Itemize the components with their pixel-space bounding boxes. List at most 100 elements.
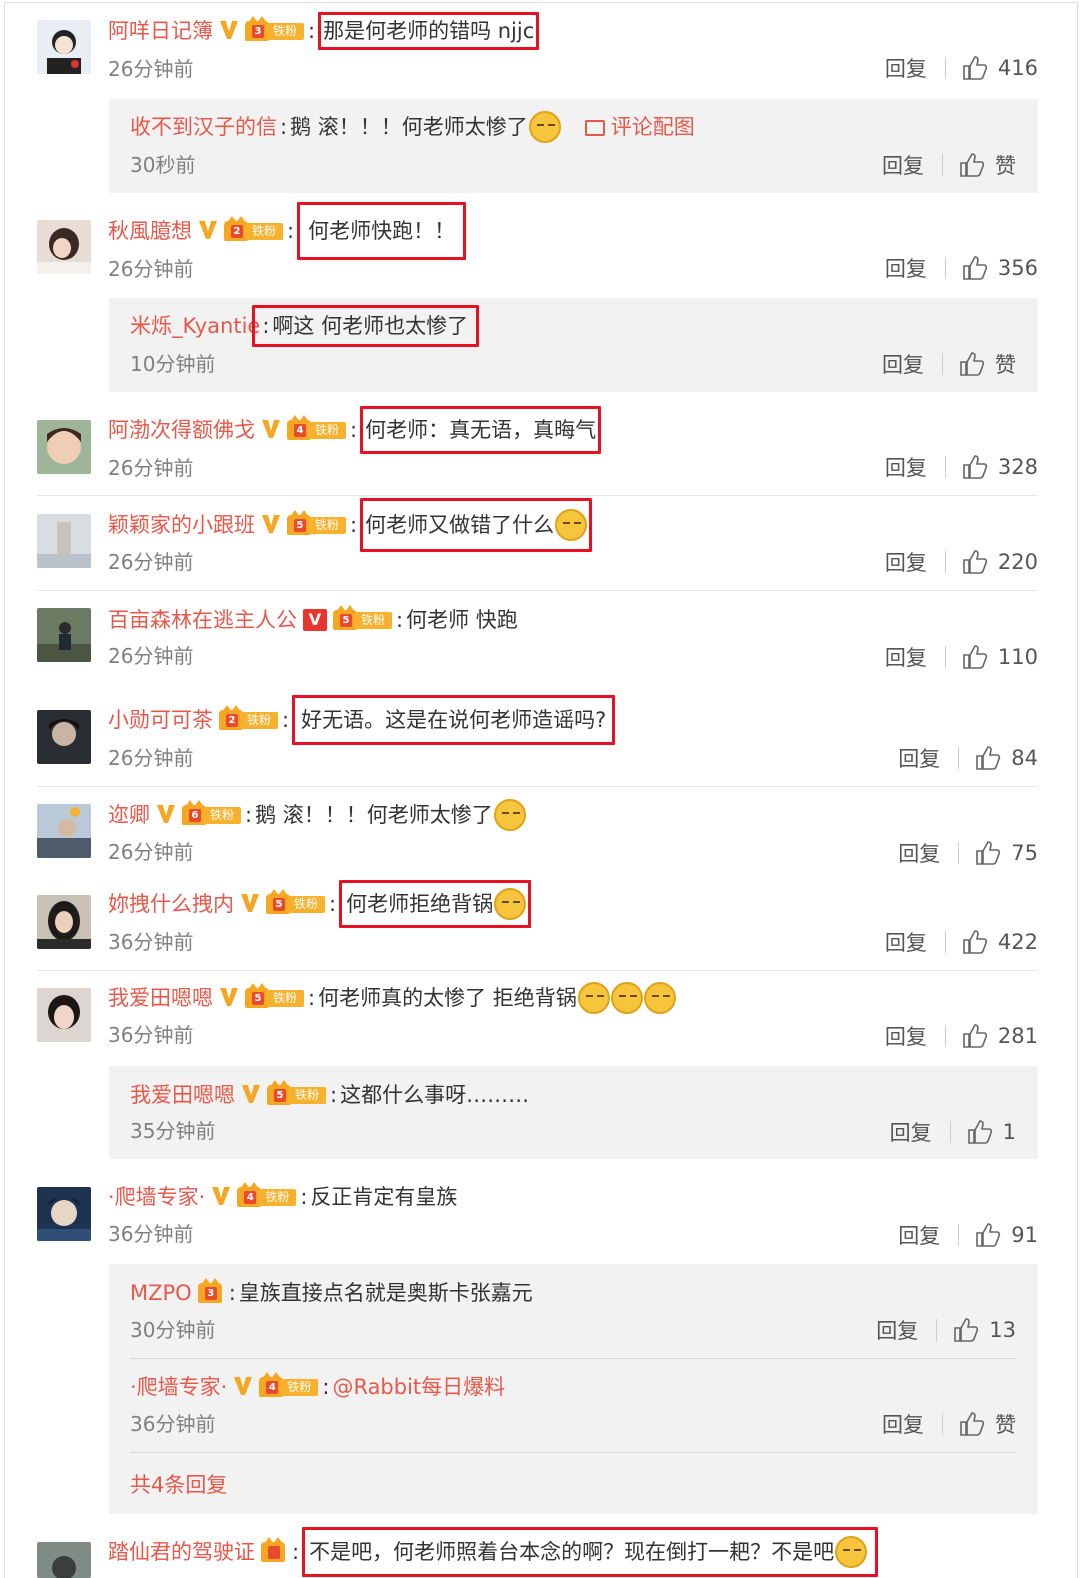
mention-link[interactable]: @Rabbit每日爆料: [332, 1371, 505, 1403]
fan-badge-icon[interactable]: 6 铁粉: [182, 800, 242, 827]
reply-actions: 回复 赞: [882, 349, 1016, 379]
image-link[interactable]: 评论配图: [611, 111, 695, 143]
avatar[interactable]: [37, 1542, 91, 1578]
avatar[interactable]: [37, 608, 91, 662]
fan-badge-icon[interactable]: 3 铁粉: [245, 16, 305, 43]
reply-button[interactable]: 回复: [885, 1021, 927, 1051]
username-link[interactable]: 阿咩日记簿: [108, 15, 213, 47]
comment-text: 不是吧，何老师照着台本念的啊？现在倒打一耙？不是吧: [309, 1540, 835, 1564]
username-link[interactable]: 秋風臆想: [108, 215, 192, 247]
reply-button[interactable]: 回复: [898, 838, 940, 868]
username-link[interactable]: MZPO: [130, 1277, 192, 1309]
reply-time: 30秒前: [130, 153, 196, 177]
fan-badge-icon[interactable]: 4 铁粉: [237, 1182, 297, 1209]
more-replies-link[interactable]: 共4条回复: [130, 1469, 227, 1501]
like-icon[interactable]: [962, 255, 988, 281]
comment-text: 那是何老师的错吗 njjc: [318, 12, 540, 50]
like-icon[interactable]: [967, 1119, 993, 1145]
reply-button[interactable]: 回复: [885, 927, 927, 957]
comment-header: ·爬墙专家· 4 铁粉 : 反正肯定有皇族: [108, 1181, 457, 1213]
fan-badge-icon[interactable]: 5 铁粉: [245, 983, 305, 1010]
emoji-icon: [643, 982, 676, 1014]
like-icon[interactable]: [962, 454, 988, 480]
fan-badge-icon[interactable]: 3: [197, 1278, 226, 1305]
like-icon[interactable]: [975, 745, 1001, 771]
like-count: 赞: [995, 353, 1016, 377]
like-icon[interactable]: [962, 549, 988, 575]
fan-badge-icon[interactable]: 4 铁粉: [287, 415, 347, 442]
more-replies-row: 共4条回复: [130, 1469, 227, 1501]
avatar[interactable]: [37, 514, 91, 568]
comment-actions: 回复 356: [885, 253, 1038, 283]
fan-badge-icon[interactable]: 2 铁粉: [224, 216, 284, 243]
reply-button[interactable]: 回复: [890, 1117, 932, 1147]
avatar[interactable]: [37, 895, 91, 949]
username-link[interactable]: ·爬墙专家·: [130, 1371, 227, 1403]
username-link[interactable]: 小勋可可茶: [108, 704, 213, 736]
fan-badge-icon[interactable]: 5 铁粉: [267, 1080, 327, 1107]
username-link[interactable]: 妳拽什么拽内: [108, 888, 234, 920]
avatar[interactable]: [37, 804, 91, 858]
emoji-icon: [494, 888, 527, 920]
username-link[interactable]: ·爬墙专家·: [108, 1181, 205, 1213]
like-count: 356: [997, 256, 1038, 280]
sub-header: 收不到汉子的信 : 鹅 滚！！！何老师太惨了 评论配图: [130, 111, 695, 143]
fan-badge-icon[interactable]: [261, 1537, 289, 1564]
reply-button[interactable]: 回复: [885, 452, 927, 482]
comment-text: 何老师：真无语，真晦气: [360, 406, 602, 454]
avatar[interactable]: [37, 420, 91, 474]
comment-time: 26分钟前: [108, 257, 194, 281]
reply-button[interactable]: 回复: [885, 253, 927, 283]
reply-button[interactable]: 回复: [882, 150, 924, 180]
like-icon[interactable]: [975, 1222, 1001, 1248]
avatar[interactable]: [37, 20, 91, 74]
reply-button[interactable]: 回复: [898, 743, 940, 773]
username-link[interactable]: 收不到汉子的信: [130, 111, 277, 143]
reply-button[interactable]: 回复: [885, 547, 927, 577]
reply-button[interactable]: 回复: [876, 1315, 918, 1345]
username-link[interactable]: 迩卿: [108, 799, 150, 831]
reply-button[interactable]: 回复: [882, 349, 924, 379]
fan-badge-icon[interactable]: 4 铁粉: [259, 1372, 319, 1399]
username-link[interactable]: 我爱田嗯嗯: [130, 1079, 235, 1111]
reply-button[interactable]: 回复: [885, 642, 927, 672]
like-icon[interactable]: [962, 55, 988, 81]
comment-header: 迩卿 6 铁粉 : 鹅 滚！！！何老师太惨了: [108, 799, 526, 831]
username-link[interactable]: 米烁_Kyantie: [130, 310, 260, 342]
comment-actions: 回复 416: [885, 53, 1038, 83]
comment-actions: 回复 220: [885, 547, 1038, 577]
like-icon[interactable]: [959, 152, 985, 178]
like-icon[interactable]: [959, 1411, 985, 1437]
reply-button[interactable]: 回复: [882, 1409, 924, 1439]
username-link[interactable]: 阿渤次得额佛戈: [108, 414, 255, 446]
like-icon[interactable]: [962, 929, 988, 955]
like-icon[interactable]: [975, 840, 1001, 866]
reply-button[interactable]: 回复: [885, 53, 927, 83]
avatar[interactable]: [37, 220, 91, 274]
username-link[interactable]: 我爱田嗯嗯: [108, 982, 213, 1014]
username-link[interactable]: 百亩森林在逃主人公: [108, 604, 297, 636]
fan-badge-icon[interactable]: 5 铁粉: [266, 889, 326, 916]
fan-badge-icon[interactable]: 2 铁粉: [219, 705, 279, 732]
verified-v-icon: [220, 21, 238, 39]
avatar[interactable]: [37, 710, 91, 764]
reply-button[interactable]: 回复: [898, 1220, 940, 1250]
avatar[interactable]: [37, 1187, 91, 1241]
username-link[interactable]: 踏仙君的驾驶证: [108, 1536, 255, 1568]
comment-time: 26分钟前: [108, 57, 194, 81]
fan-badge-icon[interactable]: 5 铁粉: [287, 510, 347, 537]
like-icon[interactable]: [962, 1023, 988, 1049]
reply-text: 这都什么事呀………: [340, 1083, 530, 1107]
avatar[interactable]: [37, 988, 91, 1042]
fan-badge-icon[interactable]: 5 铁粉: [333, 605, 393, 632]
verified-v-icon: [157, 805, 175, 823]
comment-text: 好无语。这是在说何老师造谣吗?: [292, 695, 616, 745]
like-count: 281: [997, 1024, 1038, 1048]
like-icon[interactable]: [959, 351, 985, 377]
like-icon[interactable]: [953, 1317, 979, 1343]
divider: [37, 786, 1038, 787]
reply-actions: 回复 赞: [882, 150, 1016, 180]
comment-text: 何老师快跑！！: [297, 202, 467, 260]
username-link[interactable]: 颖颖家的小跟班: [108, 509, 255, 541]
like-icon[interactable]: [962, 644, 988, 670]
